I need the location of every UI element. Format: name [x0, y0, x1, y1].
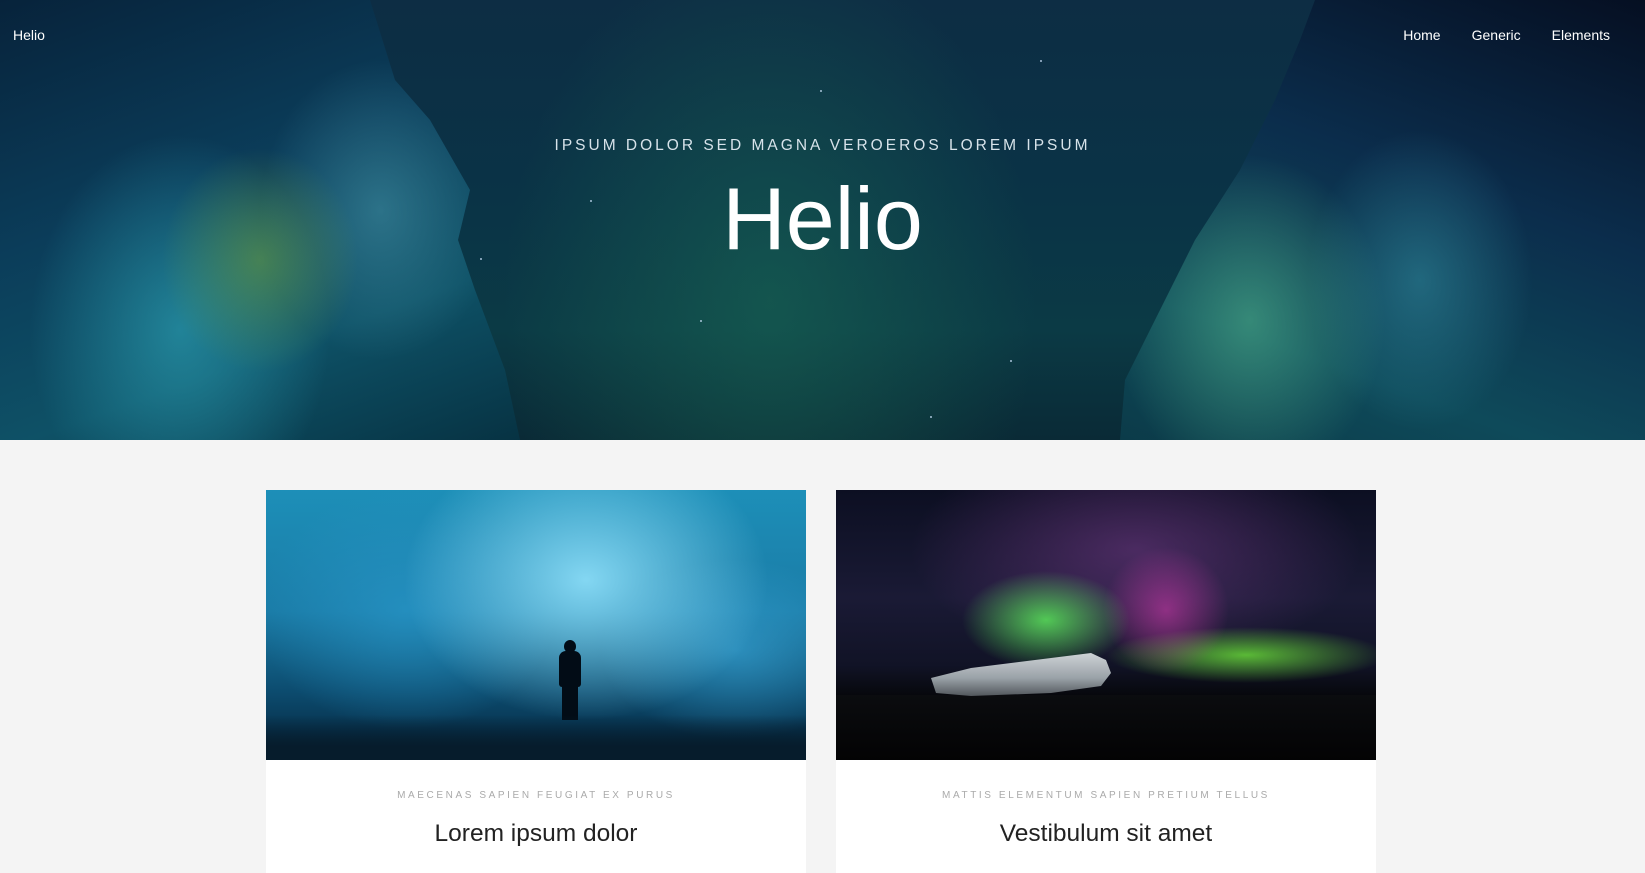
plane-wreck — [931, 653, 1111, 696]
main-nav: Home Generic Elements — [1403, 27, 1645, 43]
star — [820, 90, 822, 92]
post-card: MAECENAS SAPIEN FEUGIAT EX PURUS Lorem i… — [266, 490, 806, 873]
card-title[interactable]: Lorem ipsum dolor — [266, 820, 806, 848]
star — [1040, 60, 1042, 62]
card-tags: MAECENAS SAPIEN FEUGIAT EX PURUS — [397, 790, 675, 801]
nav-logo[interactable]: Helio — [13, 27, 45, 43]
post-card: MATTIS ELEMENTUM SAPIEN PRETIUM TELLUS V… — [836, 490, 1376, 873]
aurora-plane-photo[interactable] — [836, 490, 1376, 760]
hero-title: Helio — [722, 169, 923, 268]
nav-link-generic[interactable]: Generic — [1472, 27, 1521, 43]
ice-cave-photo[interactable] — [266, 490, 806, 760]
star — [700, 320, 702, 322]
cave-floor — [266, 715, 806, 760]
person-silhouette-body — [559, 651, 581, 687]
hero-banner: Helio Home Generic Elements IPSUM DOLOR … — [0, 0, 1645, 440]
star — [1010, 360, 1012, 362]
star — [930, 416, 932, 418]
hero-subtitle: IPSUM DOLOR SED MAGNA VEROEROS LOREM IPS… — [554, 137, 1091, 154]
card-title[interactable]: Vestibulum sit amet — [836, 820, 1376, 848]
nav-link-elements[interactable]: Elements — [1552, 27, 1610, 43]
dark-ground — [836, 695, 1376, 760]
nav-link-home[interactable]: Home — [1403, 27, 1440, 43]
card-tags: MATTIS ELEMENTUM SAPIEN PRETIUM TELLUS — [942, 790, 1270, 801]
